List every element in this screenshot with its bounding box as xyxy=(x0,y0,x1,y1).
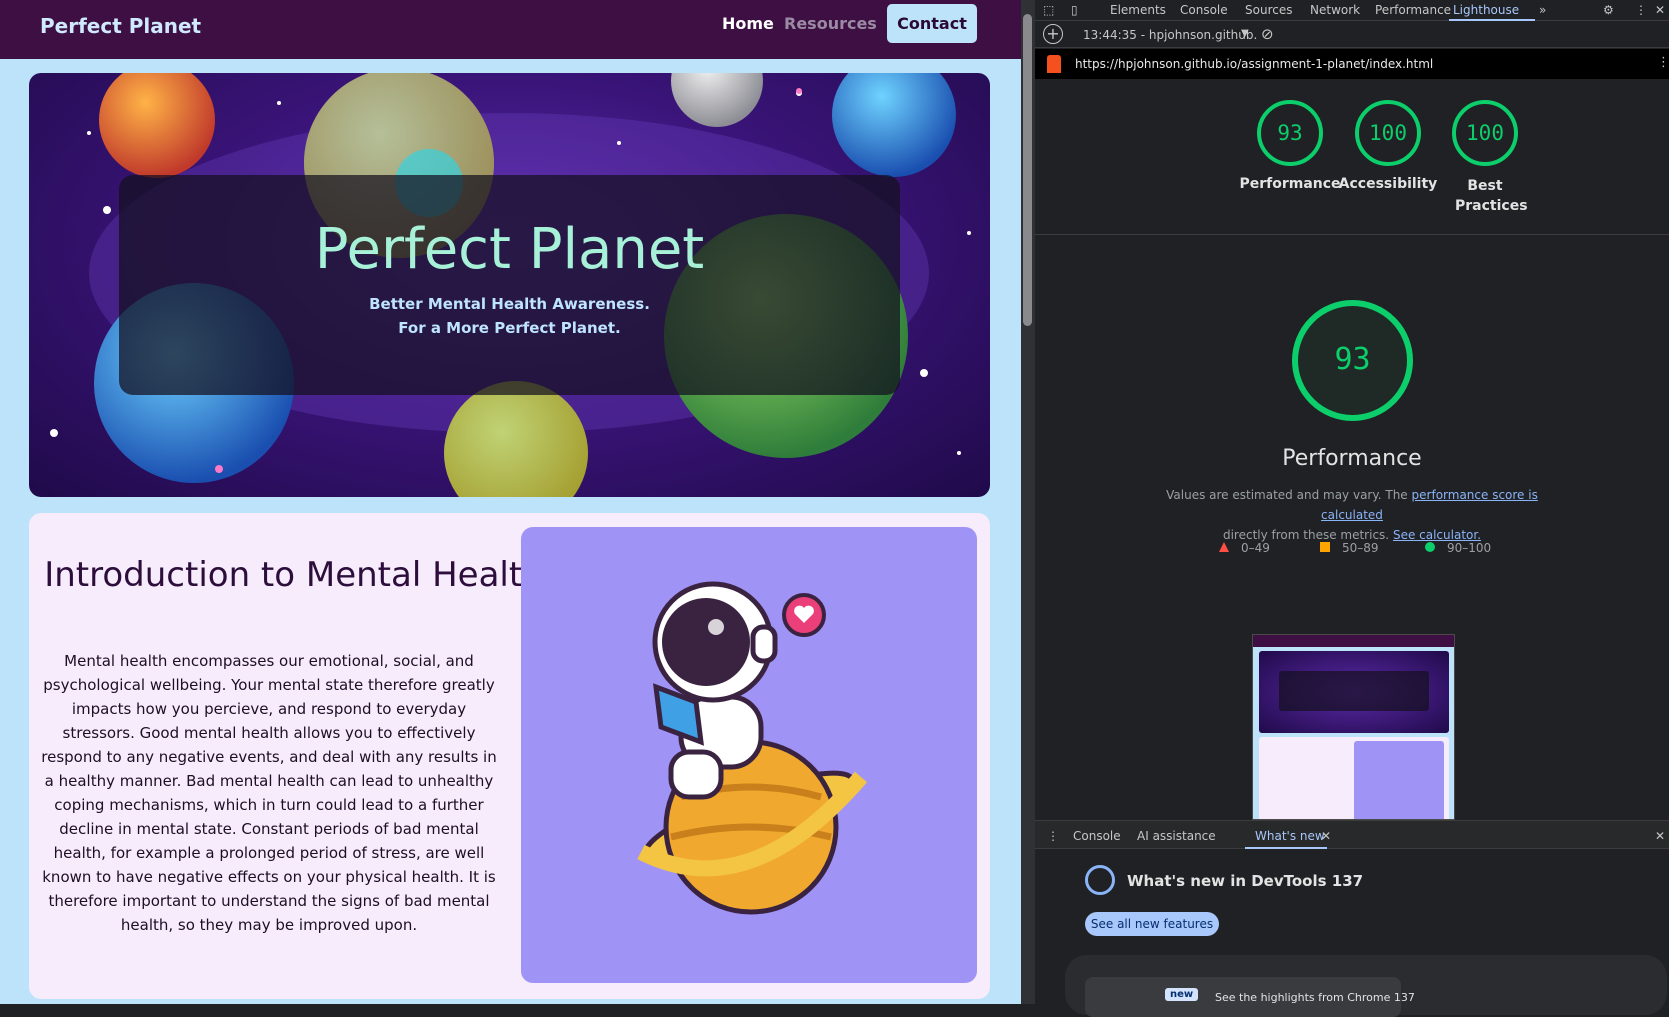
thumb-intro xyxy=(1259,737,1449,819)
square-icon xyxy=(1320,542,1330,552)
divider xyxy=(1035,234,1669,235)
new-badge: new xyxy=(1165,988,1199,1001)
devtools-panel: ⬚ ▯ Elements Console Sources Network Per… xyxy=(1035,0,1669,1017)
tab-network[interactable]: Network xyxy=(1310,3,1360,17)
gauge-best-practices[interactable]: 100 xyxy=(1452,100,1518,166)
whats-new-title: What's new in DevTools 137 xyxy=(1127,872,1364,890)
legend-range: 90–100 xyxy=(1447,541,1492,555)
gauge-score: 100 xyxy=(1369,121,1407,145)
gauge-label: Performance xyxy=(1239,176,1341,192)
legend-average: 50–89 xyxy=(1320,541,1379,555)
more-tabs-icon[interactable]: » xyxy=(1539,3,1546,17)
hero-banner: Perfect Planet Better Mental Health Awar… xyxy=(29,73,990,497)
thumb-hero xyxy=(1259,651,1449,733)
gauge-label: Best Practices xyxy=(1455,178,1528,214)
drawer-tab-console[interactable]: Console xyxy=(1073,829,1121,843)
performance-heading: Performance xyxy=(1282,446,1422,471)
gauge-label: Accessibility xyxy=(1338,176,1438,192)
settings-gear-icon[interactable]: ⚙ xyxy=(1603,3,1614,17)
page-screenshot-thumbnail xyxy=(1252,634,1455,820)
more-options-icon[interactable]: ⋮ xyxy=(1635,3,1647,17)
performance-gauge-large: 93 xyxy=(1292,300,1413,421)
lighthouse-toolbar: + 13:44:35 - hpjohnson.github. ▼ ⊘ xyxy=(1035,22,1669,48)
thumb-hero-panel xyxy=(1279,671,1429,711)
desc-text: directly from these metrics. xyxy=(1222,528,1390,542)
hero-subtitle-line-2: For a More Perfect Planet. xyxy=(398,319,621,337)
website-viewport: Perfect Planet Home Resources Contact Pe… xyxy=(0,0,1021,1004)
legend-range: 0–49 xyxy=(1241,541,1270,555)
report-url: https://hpjohnson.github.io/assignment-1… xyxy=(1075,57,1434,71)
gauge-score: 100 xyxy=(1466,121,1504,145)
hero-overlay-panel: Perfect Planet Better Mental Health Awar… xyxy=(119,175,900,395)
see-all-features-button[interactable]: See all new features xyxy=(1085,912,1219,936)
thumb-navbar xyxy=(1253,635,1454,647)
performance-description: Values are estimated and may vary. The p… xyxy=(1135,485,1569,545)
gauge-score: 93 xyxy=(1277,121,1303,145)
nav-contact-button[interactable]: Contact xyxy=(887,4,977,43)
drawer-tab-ai-assistance[interactable]: AI assistance xyxy=(1137,829,1216,843)
astronaut-illustration xyxy=(521,527,977,983)
devtools-tabbar: ⬚ ▯ Elements Console Sources Network Per… xyxy=(1035,0,1669,21)
tab-console[interactable]: Console xyxy=(1180,3,1228,17)
active-tab-indicator xyxy=(1449,19,1535,21)
intro-section: Introduction to Mental Health Mental hea… xyxy=(29,513,990,999)
gauge-accessibility[interactable]: 100 xyxy=(1355,100,1421,166)
performance-score: 93 xyxy=(1334,342,1371,377)
close-drawer-icon[interactable]: ✕ xyxy=(1655,829,1665,843)
desc-text: Values are estimated and may vary. The xyxy=(1166,488,1408,502)
legend-pass: 90–100 xyxy=(1425,541,1491,555)
device-toolbar-icon[interactable]: ▯ xyxy=(1071,3,1078,17)
triangle-icon xyxy=(1219,542,1229,552)
astronaut-on-planet-image xyxy=(637,581,868,915)
nav-link-home[interactable]: Home xyxy=(722,14,774,33)
see-calculator-link[interactable]: See calculator. xyxy=(1393,528,1481,542)
scrollbar-thumb[interactable] xyxy=(1023,14,1032,326)
inspect-element-icon[interactable]: ⬚ xyxy=(1043,3,1054,17)
site-navbar: Perfect Planet Home Resources Contact xyxy=(0,0,1021,59)
drawer-menu-icon[interactable]: ⋮ xyxy=(1047,829,1059,843)
report-menu-icon[interactable]: ⋮ xyxy=(1657,55,1669,70)
hero-subtitle-line-1: Better Mental Health Awareness. xyxy=(369,295,650,313)
site-brand[interactable]: Perfect Planet xyxy=(40,14,201,38)
drawer-tabbar: ⋮ Console AI assistance What's new ✕ ✕ xyxy=(1035,820,1669,849)
active-drawer-tab-indicator xyxy=(1245,847,1327,849)
new-report-plus-icon[interactable]: + xyxy=(1043,24,1063,44)
thumb-art xyxy=(1354,741,1444,819)
gauge-performance[interactable]: 93 xyxy=(1257,100,1323,166)
website-scrollbar[interactable] xyxy=(1021,0,1035,1004)
close-devtools-icon[interactable]: ✕ xyxy=(1655,3,1665,17)
tab-elements[interactable]: Elements xyxy=(1110,3,1166,17)
intro-paragraph: Mental health encompasses our emotional,… xyxy=(41,652,497,934)
tab-sources[interactable]: Sources xyxy=(1245,3,1292,17)
highlights-text: See the highlights from Chrome 137 xyxy=(1215,991,1415,1004)
intro-title: Introduction to Mental Health xyxy=(44,555,544,595)
tab-performance[interactable]: Performance xyxy=(1375,3,1451,17)
report-selector[interactable]: 13:44:35 - hpjohnson.github. xyxy=(1083,28,1257,42)
lighthouse-logo-icon xyxy=(1047,55,1061,73)
close-tab-icon[interactable]: ✕ xyxy=(1321,829,1331,843)
drawer-tab-whats-new[interactable]: What's new xyxy=(1255,829,1325,843)
tab-lighthouse[interactable]: Lighthouse xyxy=(1453,3,1519,17)
report-url-bar: https://hpjohnson.github.io/assignment-1… xyxy=(1035,49,1669,79)
nav-link-resources[interactable]: Resources xyxy=(784,14,877,33)
dropdown-caret-icon[interactable]: ▼ xyxy=(1241,28,1249,39)
chrome-logo-icon xyxy=(1085,865,1115,895)
legend-fail: 0–49 xyxy=(1219,541,1270,555)
hero-title: Perfect Planet xyxy=(314,217,705,282)
legend-range: 50–89 xyxy=(1342,541,1379,555)
circle-icon xyxy=(1425,542,1435,552)
clear-reports-icon[interactable]: ⊘ xyxy=(1261,25,1274,43)
